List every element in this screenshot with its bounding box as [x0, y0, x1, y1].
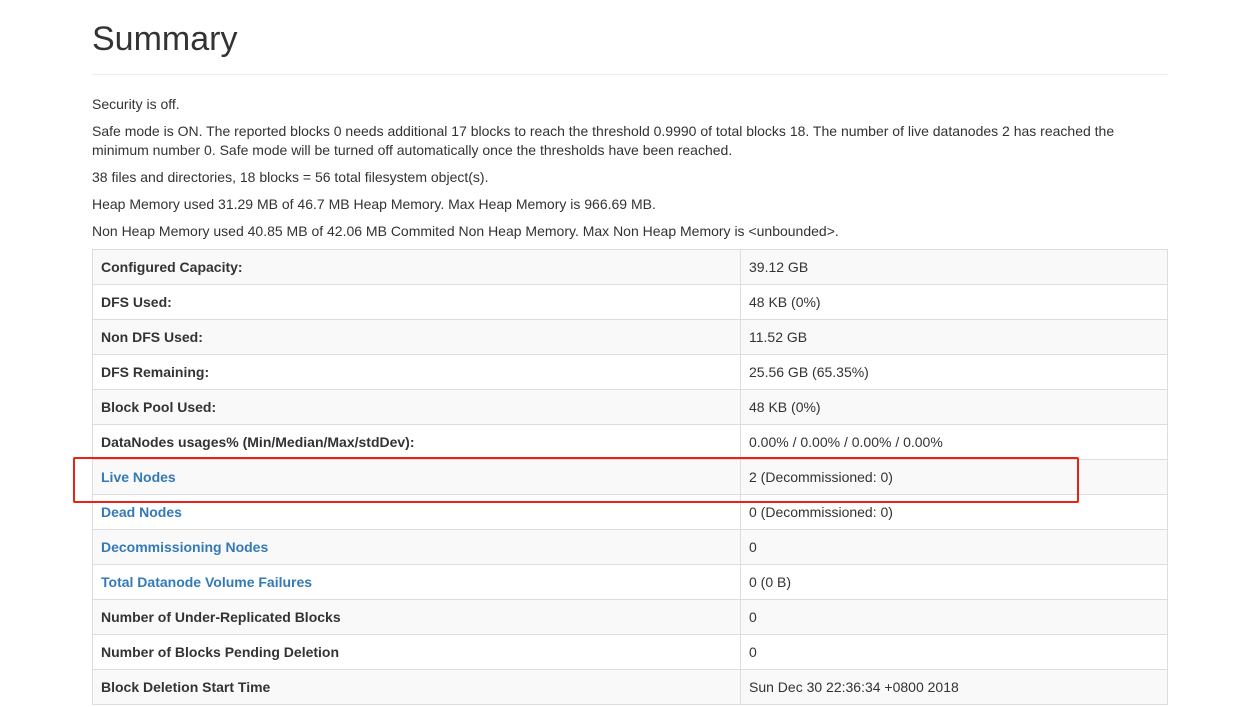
- table-row: DFS Remaining: 25.56 GB (65.35%): [92, 354, 1168, 390]
- row-value-datanodes-usages: 0.00% / 0.00% / 0.00% / 0.00%: [740, 424, 1168, 460]
- table-row: Live Nodes 2 (Decommissioned: 0): [92, 459, 1168, 495]
- dead-nodes-link[interactable]: Dead Nodes: [101, 504, 182, 520]
- row-label-non-dfs-used: Non DFS Used:: [92, 319, 741, 355]
- row-label-dfs-used: DFS Used:: [92, 284, 741, 320]
- page-header: Summary: [92, 20, 1168, 75]
- summary-info: Security is off. Safe mode is ON. The re…: [92, 95, 1168, 241]
- row-value-dfs-used: 48 KB (0%): [740, 284, 1168, 320]
- table-row: Non DFS Used: 11.52 GB: [92, 319, 1168, 355]
- non-heap-memory: Non Heap Memory used 40.85 MB of 42.06 M…: [92, 223, 839, 239]
- row-label-configured-capacity: Configured Capacity:: [92, 249, 741, 285]
- row-value-block-pool-used: 48 KB (0%): [740, 389, 1168, 425]
- summary-table: Configured Capacity: 39.12 GB DFS Used: …: [92, 249, 1168, 705]
- row-label-volume-failures: Total Datanode Volume Failures: [92, 564, 741, 600]
- row-label-deletion-start-time: Block Deletion Start Time: [92, 669, 741, 705]
- row-label-live-nodes: Live Nodes: [92, 459, 741, 495]
- row-value-dead-nodes: 0 (Decommissioned: 0): [740, 494, 1168, 530]
- row-label-block-pool-used: Block Pool Used:: [92, 389, 741, 425]
- summary-section: Summary Security is off. Safe mode is ON…: [92, 0, 1168, 705]
- heap-memory: Heap Memory used 31.29 MB of 46.7 MB Hea…: [92, 196, 656, 212]
- table-row: Dead Nodes 0 (Decommissioned: 0): [92, 494, 1168, 530]
- table-row: Number of Blocks Pending Deletion 0: [92, 634, 1168, 670]
- row-value-live-nodes: 2 (Decommissioned: 0): [740, 459, 1168, 495]
- row-value-deletion-start-time: Sun Dec 30 22:36:34 +0800 2018: [740, 669, 1168, 705]
- table-row: Block Pool Used: 48 KB (0%): [92, 389, 1168, 425]
- volume-failures-link[interactable]: Total Datanode Volume Failures: [101, 574, 312, 590]
- table-row: Number of Under-Replicated Blocks 0: [92, 599, 1168, 635]
- table-row: Decommissioning Nodes 0: [92, 529, 1168, 565]
- table-row: DataNodes usages% (Min/Median/Max/stdDev…: [92, 424, 1168, 460]
- row-label-under-replicated: Number of Under-Replicated Blocks: [92, 599, 741, 635]
- live-nodes-link[interactable]: Live Nodes: [101, 469, 176, 485]
- row-value-under-replicated: 0: [740, 599, 1168, 635]
- table-row: Block Deletion Start Time Sun Dec 30 22:…: [92, 669, 1168, 705]
- row-value-volume-failures: 0 (0 B): [740, 564, 1168, 600]
- page-title: Summary: [92, 20, 238, 58]
- row-label-datanodes-usages: DataNodes usages% (Min/Median/Max/stdDev…: [92, 424, 741, 460]
- row-value-configured-capacity: 39.12 GB: [740, 249, 1168, 285]
- safemode-status: Safe mode is ON. The reported blocks 0 n…: [92, 123, 1115, 158]
- row-label-decommissioning-nodes: Decommissioning Nodes: [92, 529, 741, 565]
- security-status: Security is off.: [92, 96, 180, 112]
- row-value-decommissioning-nodes: 0: [740, 529, 1168, 565]
- row-value-pending-deletion: 0: [740, 634, 1168, 670]
- row-label-pending-deletion: Number of Blocks Pending Deletion: [92, 634, 741, 670]
- filesystem-objects: 38 files and directories, 18 blocks = 56…: [92, 169, 489, 185]
- table-row: Configured Capacity: 39.12 GB: [92, 249, 1168, 285]
- decommissioning-nodes-link[interactable]: Decommissioning Nodes: [101, 539, 268, 555]
- row-value-dfs-remaining: 25.56 GB (65.35%): [740, 354, 1168, 390]
- row-value-non-dfs-used: 11.52 GB: [740, 319, 1168, 355]
- row-label-dead-nodes: Dead Nodes: [92, 494, 741, 530]
- table-row: Total Datanode Volume Failures 0 (0 B): [92, 564, 1168, 600]
- row-label-dfs-remaining: DFS Remaining:: [92, 354, 741, 390]
- table-row: DFS Used: 48 KB (0%): [92, 284, 1168, 320]
